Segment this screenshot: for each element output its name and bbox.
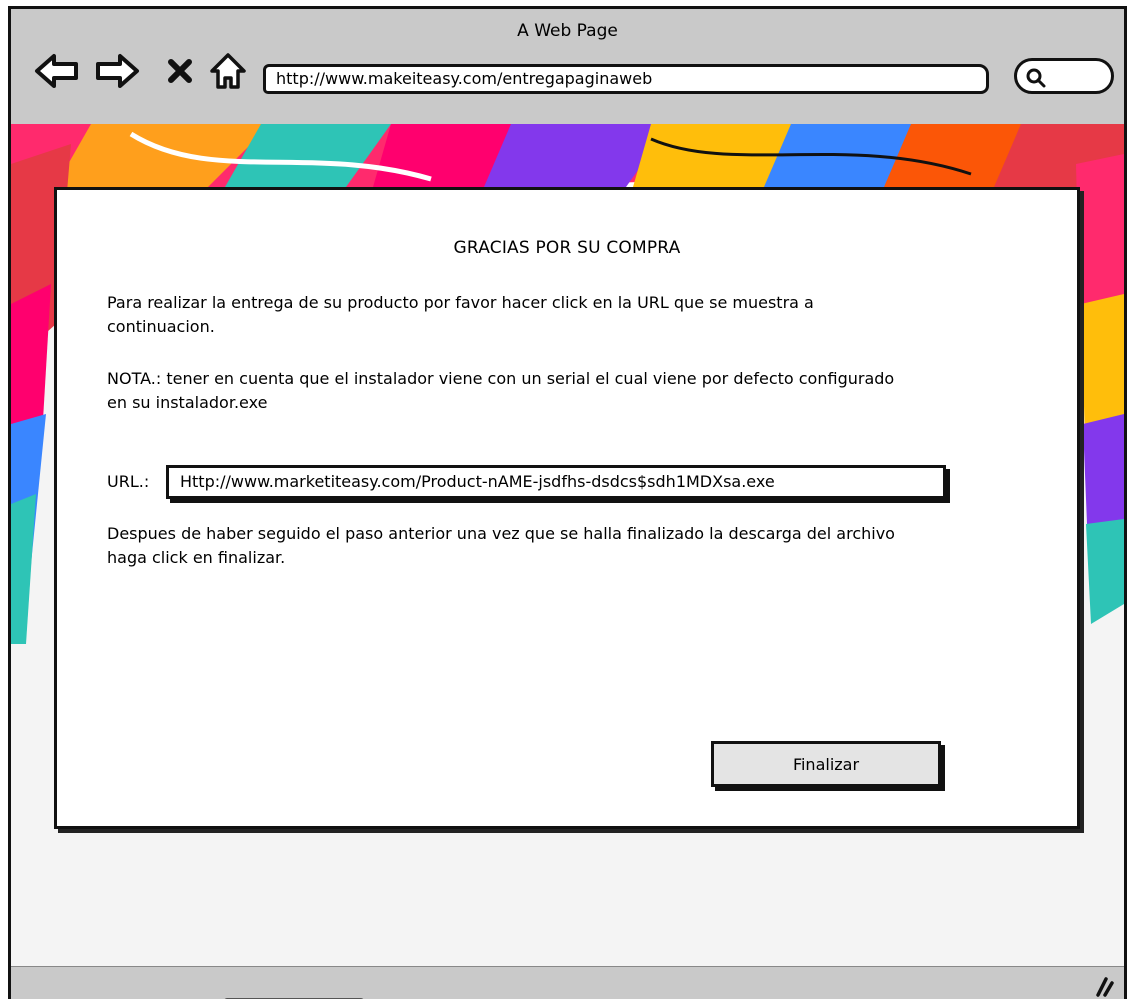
home-icon [210,53,246,89]
forward-button[interactable] [93,51,141,91]
window-title: A Web Page [517,21,618,41]
resize-grip-icon[interactable] [1092,975,1114,997]
url-label: URL.: [107,472,150,491]
thank-you-panel: GRACIAS POR SU COMPRA Para realizar la e… [54,187,1080,829]
delivery-instructions: Para realizar la entrega de su producto … [107,293,814,336]
page-title: GRACIAS POR SU COMPRA [453,238,681,258]
status-bar [11,966,1124,999]
download-link[interactable]: Http://www.marketiteasy.com/Product-nAME… [166,465,946,499]
finish-button[interactable]: Finalizar [711,741,941,787]
address-bar[interactable]: http://www.makeiteasy.com/entregapaginaw… [263,64,989,94]
search-field[interactable] [1014,58,1114,94]
arrow-right-icon [96,54,139,88]
stop-button[interactable] [163,51,197,91]
back-button[interactable] [33,51,81,91]
arrow-left-icon [35,54,78,88]
search-icon [1026,68,1046,88]
finish-instructions: Despues de haber seguido el paso anterio… [107,524,895,567]
close-icon [168,59,192,83]
serial-note: NOTA.: tener en cuenta que el instalador… [107,369,895,412]
browser-toolbar: A Web Page http://www.makeiteasy.com/ent… [11,9,1124,127]
home-button[interactable] [207,51,249,91]
browser-window: A Web Page http://www.makeiteasy.com/ent… [8,6,1127,999]
